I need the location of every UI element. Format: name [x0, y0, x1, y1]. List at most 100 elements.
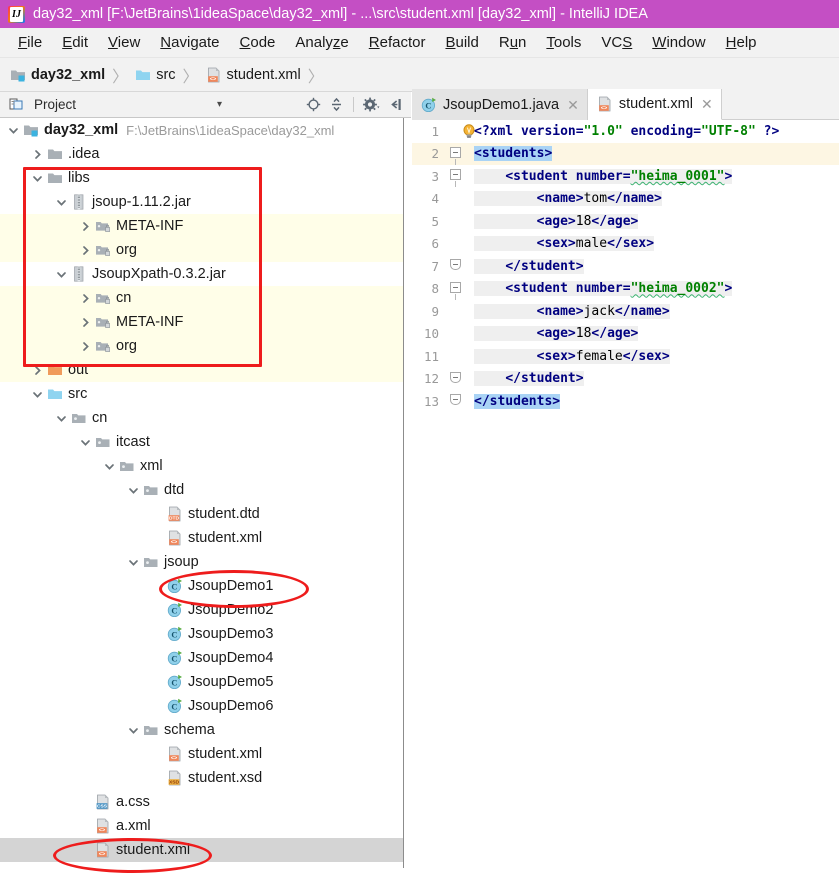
chevron-down-icon[interactable]: [8, 125, 19, 136]
menu-bar[interactable]: File Edit View Navigate Code Analyze Refactor B…: [0, 28, 839, 58]
tree-row-student-xml[interactable]: <> student.xml: [0, 838, 403, 862]
tree-row-student-xsd[interactable]: XSD student.xsd: [0, 766, 403, 790]
project-tree-scrollbar[interactable]: [403, 118, 412, 868]
chevron-right-icon[interactable]: [80, 221, 91, 232]
fold-gutter[interactable]: [446, 233, 470, 256]
fold-gutter[interactable]: [446, 210, 470, 233]
chevron-down-icon[interactable]: [128, 557, 139, 568]
tree-row-itcast[interactable]: itcast: [0, 430, 403, 454]
fold-gutter[interactable]: [446, 300, 470, 323]
tree-row-libs[interactable]: libs: [0, 166, 403, 190]
breadcrumb-item-student-xml[interactable]: <> student.xml: [206, 67, 301, 83]
menu-item-vcs[interactable]: VCS: [591, 34, 642, 51]
editor-tab-jsoupdemo1-java[interactable]: C JsoupDemo1.java ✕: [412, 89, 588, 120]
menu-item-refactor[interactable]: Refactor: [359, 34, 436, 51]
tree-row-jsoup[interactable]: jsoup: [0, 550, 403, 574]
chevron-right-icon[interactable]: [80, 245, 91, 256]
fold-collapse-icon[interactable]: [450, 146, 461, 165]
menu-item-window[interactable]: Window: [642, 34, 715, 51]
code-line-2[interactable]: 2 <students>: [412, 142, 839, 166]
code-line-9[interactable]: 9 <name>jack</name>: [412, 300, 839, 323]
chevron-right-icon[interactable]: [32, 149, 43, 160]
lightbulb-icon[interactable]: [462, 124, 476, 139]
code-line-12[interactable]: 12 </student>: [412, 368, 839, 391]
tree-row-org[interactable]: org: [0, 334, 403, 358]
chevron-down-icon[interactable]: [128, 725, 139, 736]
chevron-right-icon[interactable]: [80, 293, 91, 304]
tree-row-cn[interactable]: cn: [0, 286, 403, 310]
chevron-down-icon[interactable]: [80, 437, 91, 448]
hide-icon[interactable]: [388, 97, 402, 112]
fold-gutter[interactable]: [446, 255, 470, 278]
code-line-3[interactable]: 3 <student number="heima_0001">: [412, 165, 839, 188]
tree-row-jsoupdemo4[interactable]: C JsoupDemo4: [0, 646, 403, 670]
chevron-down-icon[interactable]: [56, 269, 67, 280]
code-line-10[interactable]: 10 <age>18</age>: [412, 323, 839, 346]
close-icon[interactable]: ✕: [567, 98, 579, 112]
chevron-down-icon[interactable]: [128, 485, 139, 496]
tree-row--idea[interactable]: .idea: [0, 142, 403, 166]
project-tree[interactable]: day32_xml F:\JetBrains\1ideaSpace\day32_x…: [0, 118, 403, 868]
tree-row-meta-inf[interactable]: META-INF: [0, 214, 403, 238]
tree-row-student-dtd[interactable]: DTD student.dtd: [0, 502, 403, 526]
tree-row-student-xml[interactable]: <> student.xml: [0, 742, 403, 766]
chevron-right-icon[interactable]: [80, 317, 91, 328]
menu-item-view[interactable]: View: [98, 34, 150, 51]
locate-icon[interactable]: [306, 97, 321, 112]
tree-row-jsoup-1-11-2-jar[interactable]: jsoup-1.11.2.jar: [0, 190, 403, 214]
fold-gutter[interactable]: [446, 143, 470, 166]
fold-gutter[interactable]: [446, 345, 470, 368]
chevron-right-icon[interactable]: [80, 341, 91, 352]
tree-row-schema[interactable]: schema: [0, 718, 403, 742]
chevron-down-icon[interactable]: [32, 173, 43, 184]
tree-row-a-xml[interactable]: <> a.xml: [0, 814, 403, 838]
tree-row-jsoupdemo5[interactable]: C JsoupDemo5: [0, 670, 403, 694]
chevron-down-icon[interactable]: [104, 461, 115, 472]
breadcrumb-item-src[interactable]: src: [135, 67, 176, 83]
fold-gutter[interactable]: [446, 323, 470, 346]
chevron-down-icon[interactable]: [32, 389, 43, 400]
menu-item-code[interactable]: Code: [230, 34, 286, 51]
code-line-11[interactable]: 11 <sex>female</sex>: [412, 345, 839, 368]
breadcrumb[interactable]: day32_xml 〉 src 〉 <> student.xml 〉: [0, 58, 839, 92]
menu-item-build[interactable]: Build: [435, 34, 488, 51]
menu-item-file[interactable]: File: [8, 34, 52, 51]
menu-item-help[interactable]: Help: [716, 34, 767, 51]
menu-item-analyze[interactable]: Analyze: [285, 34, 358, 51]
tree-row-a-css[interactable]: CSS a.css: [0, 790, 403, 814]
fold-end-icon[interactable]: [450, 394, 461, 405]
tree-row-jsoupdemo3[interactable]: C JsoupDemo3: [0, 622, 403, 646]
tree-row-org[interactable]: org: [0, 238, 403, 262]
code-line-8[interactable]: 8 <student number="heima_0002">: [412, 278, 839, 301]
tree-row-student-xml[interactable]: <> student.xml: [0, 526, 403, 550]
tree-row-day32-xml[interactable]: day32_xml F:\JetBrains\1ideaSpace\day32_x…: [0, 118, 403, 142]
breadcrumb-item-day32-xml[interactable]: day32_xml: [10, 67, 105, 83]
toolwindow-dropdown-arrow-icon[interactable]: ▾: [217, 99, 222, 110]
fold-collapse-icon[interactable]: [450, 169, 461, 187]
tree-row-xml[interactable]: xml: [0, 454, 403, 478]
fold-end-icon[interactable]: [450, 259, 461, 270]
editor-tab-bar[interactable]: C JsoupDemo1.java ✕ <> student.xml ✕: [412, 88, 839, 120]
close-icon[interactable]: ✕: [701, 97, 713, 111]
code-line-1[interactable]: 1 <?xml version="1.0" encoding="UTF-8" ?>: [412, 120, 839, 143]
chevron-down-icon[interactable]: [56, 413, 67, 424]
code-line-13[interactable]: 13 </students>: [412, 390, 839, 413]
menu-item-run[interactable]: Run: [489, 34, 537, 51]
menu-item-navigate[interactable]: Navigate: [150, 34, 229, 51]
fold-collapse-icon[interactable]: [450, 281, 461, 300]
tree-row-out[interactable]: out: [0, 358, 403, 382]
code-line-4[interactable]: 4 <name>tom</name>: [412, 188, 839, 211]
fold-gutter[interactable]: [446, 188, 470, 211]
fold-gutter[interactable]: [446, 390, 470, 413]
tree-row-meta-inf[interactable]: META-INF: [0, 310, 403, 334]
tree-row-jsoupxpath-0-3-2-jar[interactable]: JsoupXpath-0.3.2.jar: [0, 262, 403, 286]
editor-tab-student-xml[interactable]: <> student.xml ✕: [587, 89, 722, 120]
tree-row-cn[interactable]: cn: [0, 406, 403, 430]
code-line-6[interactable]: 6 <sex>male</sex>: [412, 233, 839, 256]
chevron-right-icon[interactable]: [32, 365, 43, 376]
tree-row-jsoupdemo2[interactable]: C JsoupDemo2: [0, 598, 403, 622]
fold-end-icon[interactable]: [450, 371, 461, 383]
settings-gear-icon[interactable]: [363, 97, 380, 112]
code-line-5[interactable]: 5 <age>18</age>: [412, 210, 839, 233]
collapse-all-icon[interactable]: [329, 97, 344, 112]
